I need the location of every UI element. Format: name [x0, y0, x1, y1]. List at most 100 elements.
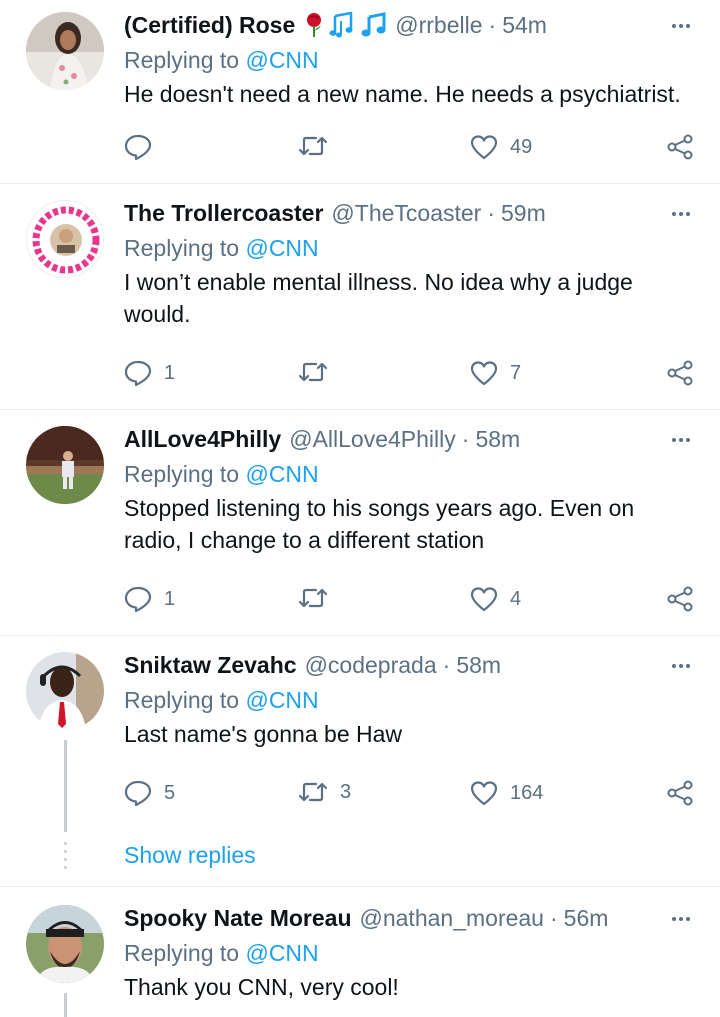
display-name[interactable]: The Trollercoaster	[124, 200, 323, 227]
timestamp[interactable]: 58m	[456, 652, 501, 679]
replying-to: Replying to @CNN	[124, 685, 700, 715]
mention-link[interactable]: @CNN	[245, 461, 318, 487]
more-options-icon[interactable]	[672, 917, 690, 921]
tweet-text: Thank you CNN, very cool!	[124, 974, 399, 1000]
share-icon	[667, 360, 693, 386]
like-button[interactable]: 164	[470, 780, 543, 806]
share-button[interactable]	[666, 586, 694, 612]
more-options-icon[interactable]	[672, 664, 690, 668]
retweet-button[interactable]	[298, 586, 340, 610]
handle[interactable]: @AllLove4Philly	[289, 426, 456, 453]
tweet-actions: 1 4	[124, 586, 694, 616]
reply-button[interactable]	[124, 134, 164, 160]
display-name[interactable]: AllLove4Philly	[124, 426, 281, 453]
music-notes-icon	[329, 12, 353, 38]
separator-dot: ·	[488, 11, 497, 38]
retweet-button[interactable]	[298, 360, 340, 384]
tweet[interactable]: The Trollercoaster @TheTcoaster · 59m Re…	[0, 184, 720, 410]
tweet-header: The Trollercoaster @TheTcoaster · 59m	[124, 198, 700, 228]
mention-link[interactable]: @CNN	[245, 940, 318, 966]
heart-icon	[470, 361, 498, 386]
show-replies-link[interactable]: Show replies	[124, 842, 256, 869]
reply-button[interactable]: 5	[124, 780, 175, 806]
retweet-count: 3	[340, 780, 352, 803]
reply-count: 5	[164, 781, 176, 804]
tweet-text: Last name's gonna be Haw	[124, 721, 403, 747]
retweet-icon	[298, 588, 328, 608]
replying-to: Replying to @CNN	[124, 233, 700, 263]
separator-dot: ·	[461, 425, 470, 452]
timestamp[interactable]: 54m	[502, 12, 547, 39]
tweet[interactable]: (Certified) Rose @rrbelle · 54m Replying…	[0, 0, 720, 184]
handle[interactable]: @codeprada	[305, 652, 437, 679]
mention-link[interactable]: @CNN	[245, 235, 318, 261]
tweet-header: Spooky Nate Moreau @nathan_moreau · 56m	[124, 903, 700, 933]
heart-icon	[470, 781, 498, 806]
reply-count: 1	[164, 361, 176, 384]
handle[interactable]: @nathan_moreau	[360, 905, 544, 932]
like-button[interactable]: 7	[470, 360, 521, 386]
display-name[interactable]: Spooky Nate Moreau	[124, 905, 352, 932]
music-note-icon	[361, 12, 386, 37]
share-button[interactable]	[666, 780, 694, 806]
more-options-icon[interactable]	[672, 212, 690, 216]
share-icon	[667, 586, 693, 612]
tweet-text: He doesn't need a new name. He needs a p…	[124, 81, 681, 107]
avatar[interactable]	[26, 905, 104, 983]
tweet[interactable]: AllLove4Philly @AllLove4Philly · 58m Rep…	[0, 410, 720, 636]
replying-to-label: Replying to	[124, 940, 240, 966]
avatar[interactable]	[26, 12, 104, 90]
rose-icon	[307, 13, 322, 37]
tweet-text: I won’t enable mental illness. No idea w…	[124, 269, 633, 327]
retweet-icon	[298, 362, 328, 382]
more-options-icon[interactable]	[672, 438, 690, 442]
tweet-header: AllLove4Philly @AllLove4Philly · 58m	[124, 424, 700, 454]
timestamp[interactable]: 58m	[475, 426, 520, 453]
replying-to: Replying to @CNN	[124, 459, 700, 489]
tweet-header: (Certified) Rose @rrbelle · 54m	[124, 10, 700, 40]
avatar[interactable]	[26, 652, 104, 730]
display-name[interactable]: (Certified) Rose	[124, 12, 295, 39]
separator-dot: ·	[549, 904, 558, 931]
thread-line	[64, 740, 67, 832]
handle[interactable]: @rrbelle	[395, 12, 482, 39]
mention-link[interactable]: @CNN	[245, 47, 318, 73]
timestamp[interactable]: 59m	[501, 200, 546, 227]
separator-dot: ·	[442, 651, 451, 678]
share-button[interactable]	[666, 360, 694, 386]
handle[interactable]: @TheTcoaster	[331, 200, 481, 227]
tweet-actions: 49	[124, 134, 694, 164]
retweet-icon	[298, 136, 328, 156]
like-button[interactable]: 49	[470, 134, 532, 160]
display-name[interactable]: Sniktaw Zevahc	[124, 652, 297, 679]
share-icon	[667, 134, 693, 160]
thread-continuation-dots	[64, 842, 67, 874]
thread-line	[64, 993, 67, 1017]
name-emoji	[303, 12, 387, 38]
tweet[interactable]: Spooky Nate Moreau @nathan_moreau · 56m …	[0, 887, 720, 1017]
like-button[interactable]: 4	[470, 586, 521, 612]
mention-link[interactable]: @CNN	[245, 687, 318, 713]
replying-to-label: Replying to	[124, 47, 240, 73]
more-options-icon[interactable]	[672, 24, 690, 28]
replying-to-label: Replying to	[124, 235, 240, 261]
reply-button[interactable]: 1	[124, 360, 175, 386]
retweet-button[interactable]: 3	[298, 780, 351, 804]
separator-dot: ·	[487, 199, 495, 226]
like-count: 49	[510, 135, 533, 158]
tweet[interactable]: Sniktaw Zevahc @codeprada · 58m Replying…	[0, 636, 720, 887]
heart-icon	[470, 587, 498, 612]
avatar[interactable]	[26, 200, 104, 278]
share-button[interactable]	[666, 134, 694, 160]
tweet-actions: 5 3 164	[124, 780, 694, 810]
replying-to: Replying to @CNN	[124, 45, 700, 75]
tweet-text: Stopped listening to his songs years ago…	[124, 495, 635, 553]
retweet-button[interactable]	[298, 134, 340, 158]
timestamp[interactable]: 56m	[564, 905, 609, 932]
reply-icon	[124, 780, 152, 806]
replying-to-label: Replying to	[124, 687, 240, 713]
avatar[interactable]	[26, 426, 104, 504]
reply-button[interactable]: 1	[124, 586, 175, 612]
share-icon	[667, 780, 693, 806]
reply-icon	[124, 360, 152, 386]
